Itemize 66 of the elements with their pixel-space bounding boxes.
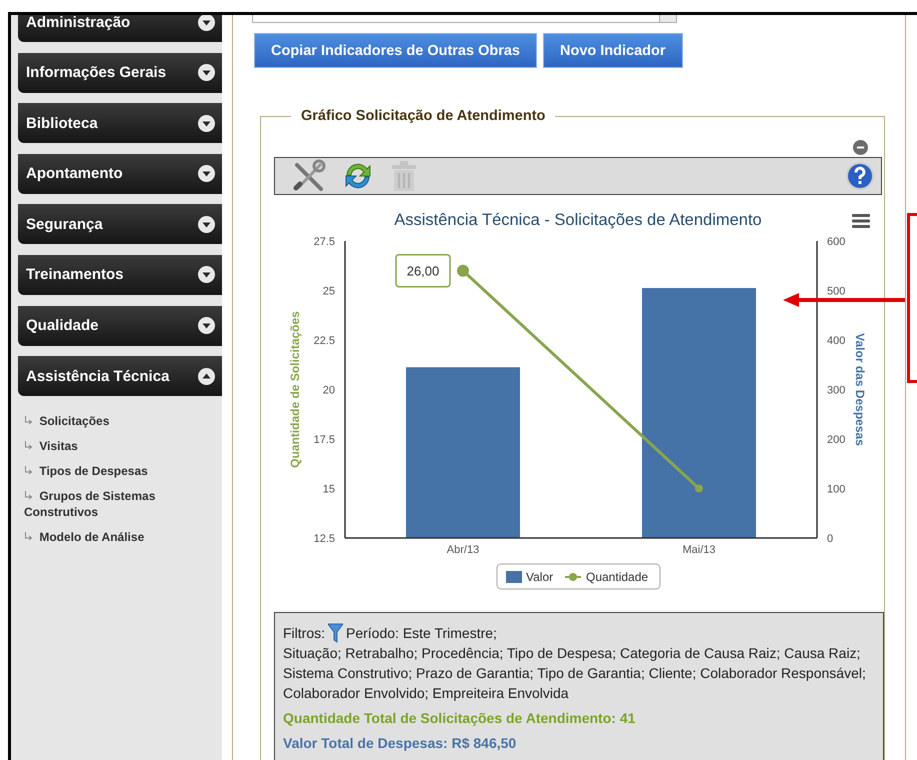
axis-tick-label: 100 [827, 484, 846, 496]
legend-label[interactable]: Quantidade [586, 570, 648, 584]
panel-title: Gráfico Solicitação de Atendimento [300, 108, 546, 124]
menu-header[interactable]: Treinamentos [18, 254, 222, 295]
axis-tick-label: 500 [827, 286, 846, 298]
menu-header[interactable]: Qualidade [18, 306, 222, 346]
submenu-item[interactable]: Solicitações [24, 412, 218, 429]
axis-tick-label: 22.5 [314, 335, 335, 347]
menu-header[interactable]: Biblioteca [18, 103, 222, 144]
axis-tick-label: 200 [827, 434, 846, 446]
legend-line-icon [565, 573, 581, 581]
submenu-arrow-icon [24, 466, 33, 475]
axis-tick-label: 27.5 [314, 236, 335, 248]
total-text: Quantidade Total de Solicitações de Atendimento: 41 [283, 709, 636, 728]
data-point [457, 264, 469, 277]
new-button[interactable]: Novo Indicador [543, 33, 683, 68]
axis-tick-label: 0 [827, 533, 834, 545]
y-axis-title: Valor das Despesas [853, 333, 867, 446]
axis-tick-label: 400 [827, 335, 846, 347]
y-axis-title: Quantidade de Solicitações [288, 311, 302, 468]
menu-header[interactable]: Administração [18, 15, 222, 42]
copy-button[interactable]: Copiar Indicadores de Outras Obras [254, 33, 537, 68]
chevron-icon [198, 368, 215, 385]
data-point [695, 484, 703, 492]
submenu-item[interactable]: Visitas [24, 438, 218, 454]
menu-icon[interactable] [852, 214, 870, 228]
axis-tick-label: Mai/13 [682, 544, 716, 556]
submenu-item[interactable]: Modelo de Análise [24, 528, 218, 545]
data-label: 26,00 [406, 264, 440, 279]
axis-tick-label: 25 [322, 286, 335, 298]
collapse-icon[interactable] [853, 140, 868, 155]
axis-tick-label: 15 [322, 484, 335, 496]
submenu-item[interactable]: Grupos de Sistemas Construtivos [24, 488, 218, 520]
submenu-arrow-icon [24, 532, 33, 541]
submenu-item[interactable]: Tipos de Despesas [24, 462, 218, 479]
axis-tick-label: 600 [827, 236, 846, 248]
menu-header[interactable]: Segurança [18, 204, 222, 244]
funnel-icon [328, 623, 343, 643]
filter-list: Situação; Retrabalho; Procedência; Tipo de Despesa; Categoria de Causa Raiz; Causa Raiz; Sistema Construtivo; Prazo de Garantia; Tipo de Garantia; Cliente; Colaborador Responsável; Colaborador Envolvido; Empreiteira Envolvida [283, 643, 875, 703]
submenu-arrow-icon [24, 416, 33, 425]
tools-icon[interactable] [291, 159, 327, 193]
chevron-icon [198, 317, 215, 334]
total-text: Valor Total de Despesas: R$ 846,50 [283, 734, 518, 753]
axis-tick-label: 300 [827, 384, 846, 396]
chevron-icon [198, 266, 215, 284]
chevron-icon [198, 114, 215, 132]
filter-label: Filtros: [283, 624, 325, 643]
menu-header[interactable]: Assistência Técnica [18, 356, 222, 396]
data-label-background [395, 254, 451, 288]
chevron-icon [198, 64, 215, 82]
chevron-icon [198, 165, 215, 182]
legend-bar-icon [506, 571, 522, 583]
menu-header[interactable]: Informações Gerais [18, 52, 222, 93]
axis-tick-label: 12.5 [314, 533, 335, 545]
submenu-arrow-icon [24, 490, 33, 500]
legend-label[interactable]: Valor [526, 570, 554, 584]
menu-header[interactable]: Apontamento [18, 154, 222, 194]
chart-title: Assistência Técnica - Solicitações de Atendimento [394, 211, 762, 229]
chevron-icon [198, 216, 215, 233]
filter-period: Período: Este Trimestre; [346, 624, 497, 643]
help-icon[interactable] [845, 161, 875, 191]
chevron-icon [198, 15, 215, 30]
axis-tick-label: 17.5 [314, 434, 335, 446]
axis-tick-label: 20 [322, 384, 335, 396]
axis-tick-label: Abr/13 [446, 544, 480, 556]
submenu-arrow-icon [24, 440, 33, 450]
